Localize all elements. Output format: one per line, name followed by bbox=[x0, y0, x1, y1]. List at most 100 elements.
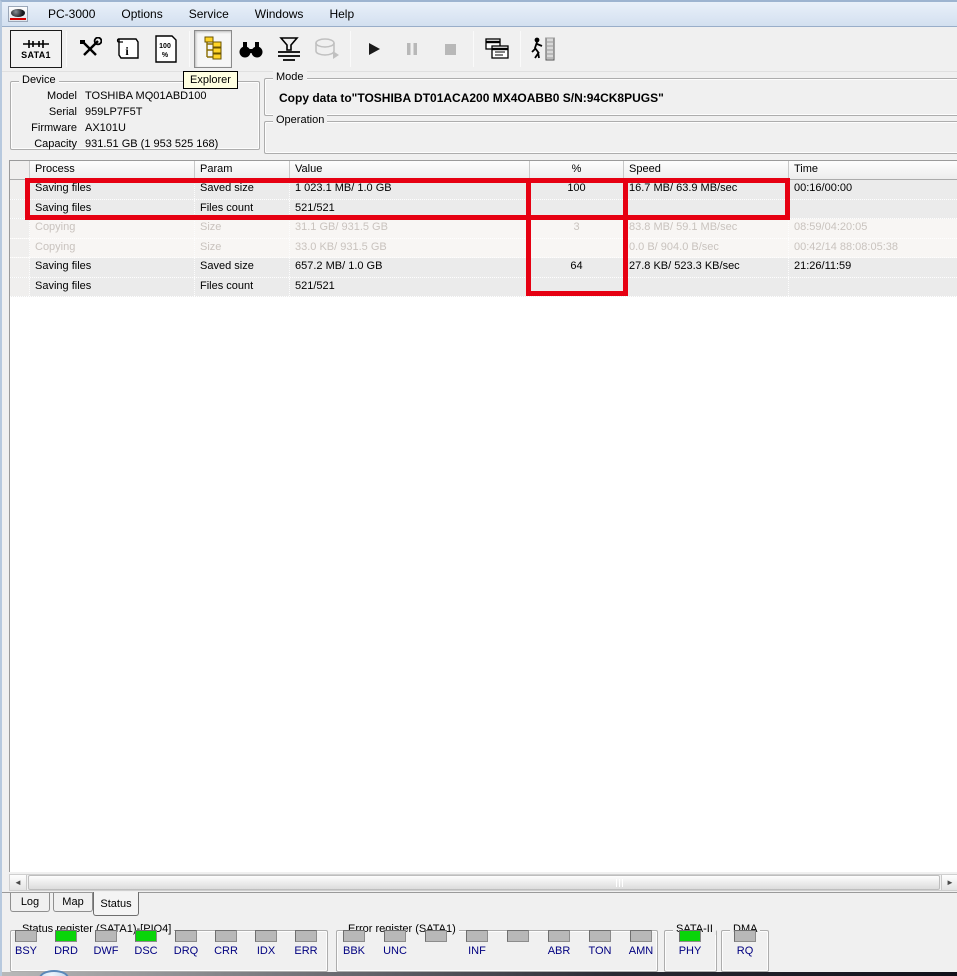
idx-lamp-icon bbox=[255, 930, 277, 942]
table-header: Process Param Value % Speed Time bbox=[10, 161, 957, 180]
lamp-ton: TON bbox=[580, 930, 620, 957]
windows-cascade-button[interactable] bbox=[478, 30, 516, 68]
table-row[interactable]: Saving files Saved size 657.2 MB/ 1.0 GB… bbox=[10, 258, 957, 278]
cell-param: Files count bbox=[195, 277, 290, 296]
device-firmware-label: Firmware bbox=[31, 122, 77, 134]
utilities-button[interactable] bbox=[71, 30, 109, 68]
cell-speed: 83.8 MB/ 59.1 MB/sec bbox=[624, 219, 789, 238]
pause-button bbox=[393, 30, 431, 68]
lamp-crr: CRR bbox=[206, 930, 246, 957]
operation-groupbox-title: Operation bbox=[273, 114, 328, 126]
lamp-rq: RQ bbox=[725, 930, 765, 957]
scroll-right-arrow-icon: ► bbox=[946, 878, 954, 887]
script-info-icon: i bbox=[115, 36, 141, 62]
table-row[interactable]: Copying Size 33.0 KB/ 931.5 GB 0.0 B/ 90… bbox=[10, 238, 957, 258]
bsy-lamp-icon bbox=[15, 930, 37, 942]
cell-param: Size bbox=[195, 238, 290, 257]
table-row[interactable]: Saving files Files count 521/521 bbox=[10, 277, 957, 297]
lamp-dwf: DWF bbox=[86, 930, 126, 957]
abr-lamp-icon bbox=[548, 930, 570, 942]
cell-value: 33.0 KB/ 931.5 GB bbox=[290, 238, 530, 257]
scroll-left-arrow-icon: ◄ bbox=[14, 878, 22, 887]
device-serial-label: Serial bbox=[48, 106, 77, 118]
tab-map[interactable]: Map bbox=[53, 893, 93, 912]
lamp-phy: PHY bbox=[670, 930, 710, 957]
progress-table: Process Param Value % Speed Time Saving … bbox=[9, 160, 957, 872]
device-capacity-label: Capacity bbox=[34, 138, 77, 150]
tab-status[interactable]: Status bbox=[93, 892, 139, 916]
header-speed[interactable]: Speed bbox=[624, 161, 789, 179]
device-firmware-value: AX101U bbox=[85, 122, 126, 134]
err-lamp-icon bbox=[295, 930, 317, 942]
start-button[interactable] bbox=[355, 30, 393, 68]
database-copy-icon bbox=[313, 37, 341, 61]
funnel-icon bbox=[275, 36, 303, 62]
svg-text:%: % bbox=[162, 52, 169, 59]
lamp-dsc: DSC bbox=[126, 930, 166, 957]
explorer-tooltip: Explorer bbox=[183, 71, 238, 89]
header-process[interactable]: Process bbox=[30, 161, 195, 179]
blank-lamp-icon bbox=[507, 930, 529, 942]
toolbar: SATA1 i 100% bbox=[2, 27, 957, 72]
device-groupbox: Device Model TOSHIBA MQ01ABD100 Serial 9… bbox=[10, 74, 260, 150]
exit-button[interactable] bbox=[525, 30, 563, 68]
drd-lamp-icon bbox=[55, 930, 77, 942]
cell-process: Copying bbox=[30, 219, 195, 238]
sata1-button-label: SATA1 bbox=[21, 49, 51, 60]
horizontal-scrollbar[interactable]: ◄ ► bbox=[9, 874, 957, 891]
search-button[interactable] bbox=[232, 30, 270, 68]
scroll-left-button[interactable]: ◄ bbox=[10, 875, 27, 890]
cascade-windows-icon bbox=[484, 37, 510, 61]
data-copy-button bbox=[308, 30, 346, 68]
header-param[interactable]: Param bbox=[195, 161, 290, 179]
lamp-bsy: BSY bbox=[6, 930, 46, 957]
explorer-button[interactable] bbox=[194, 30, 232, 68]
cell-speed: 0.0 B/ 904.0 B/sec bbox=[624, 238, 789, 257]
script-info-button[interactable]: i bbox=[109, 30, 147, 68]
cell-percent: 100 bbox=[530, 180, 624, 199]
filter-merge-button[interactable] bbox=[270, 30, 308, 68]
table-row[interactable]: Saving files Files count 521/521 bbox=[10, 199, 957, 219]
menu-bar: PC-3000 Options Service Windows Help bbox=[2, 2, 957, 27]
cell-percent bbox=[530, 277, 624, 296]
sata1-port-button[interactable]: SATA1 bbox=[10, 30, 62, 68]
cell-value: 521/521 bbox=[290, 199, 530, 218]
tab-log[interactable]: Log bbox=[10, 893, 50, 912]
toolbar-separator bbox=[66, 31, 67, 67]
lamp-amn: AMN bbox=[621, 930, 661, 957]
lamp-blank-2 bbox=[498, 930, 538, 945]
cell-speed: 16.7 MB/ 63.9 MB/sec bbox=[624, 180, 789, 199]
pause-icon bbox=[405, 42, 419, 56]
stop-button bbox=[431, 30, 469, 68]
table-row[interactable]: Saving files Saved size 1 023.1 MB/ 1.0 … bbox=[10, 180, 957, 200]
exit-running-man-icon bbox=[530, 36, 558, 62]
header-percent[interactable]: % bbox=[530, 161, 624, 179]
cell-speed bbox=[624, 277, 789, 296]
device-serial-value: 959LP7F5T bbox=[85, 106, 143, 118]
bbk-lamp-icon bbox=[343, 930, 365, 942]
resources-100-button[interactable]: 100% bbox=[147, 30, 185, 68]
lamp-idx: IDX bbox=[246, 930, 286, 957]
lamp-drd: DRD bbox=[46, 930, 86, 957]
cell-process: Saving files bbox=[30, 199, 195, 218]
cell-time: 08:59/04:20:05 bbox=[794, 221, 868, 233]
menu-pc3000[interactable]: PC-3000 bbox=[36, 4, 107, 24]
cell-speed bbox=[624, 199, 789, 218]
menu-options[interactable]: Options bbox=[109, 4, 174, 24]
scroll-right-button[interactable]: ► bbox=[941, 875, 957, 890]
cell-percent bbox=[530, 238, 624, 257]
header-selector bbox=[10, 161, 30, 179]
scrollbar-thumb[interactable] bbox=[28, 875, 940, 890]
stop-icon bbox=[444, 43, 457, 56]
menu-windows[interactable]: Windows bbox=[243, 4, 316, 24]
menu-service[interactable]: Service bbox=[177, 4, 241, 24]
cell-percent: 64 bbox=[530, 258, 624, 277]
device-model-label: Model bbox=[47, 90, 77, 102]
device-groupbox-title: Device bbox=[19, 74, 59, 86]
menu-help[interactable]: Help bbox=[317, 4, 366, 24]
header-time[interactable]: Time bbox=[789, 161, 957, 179]
binoculars-icon bbox=[238, 39, 264, 59]
header-value[interactable]: Value bbox=[290, 161, 530, 179]
cell-value: 31.1 GB/ 931.5 GB bbox=[290, 219, 530, 238]
table-row[interactable]: Copying Size 31.1 GB/ 931.5 GB 3 83.8 MB… bbox=[10, 219, 957, 239]
